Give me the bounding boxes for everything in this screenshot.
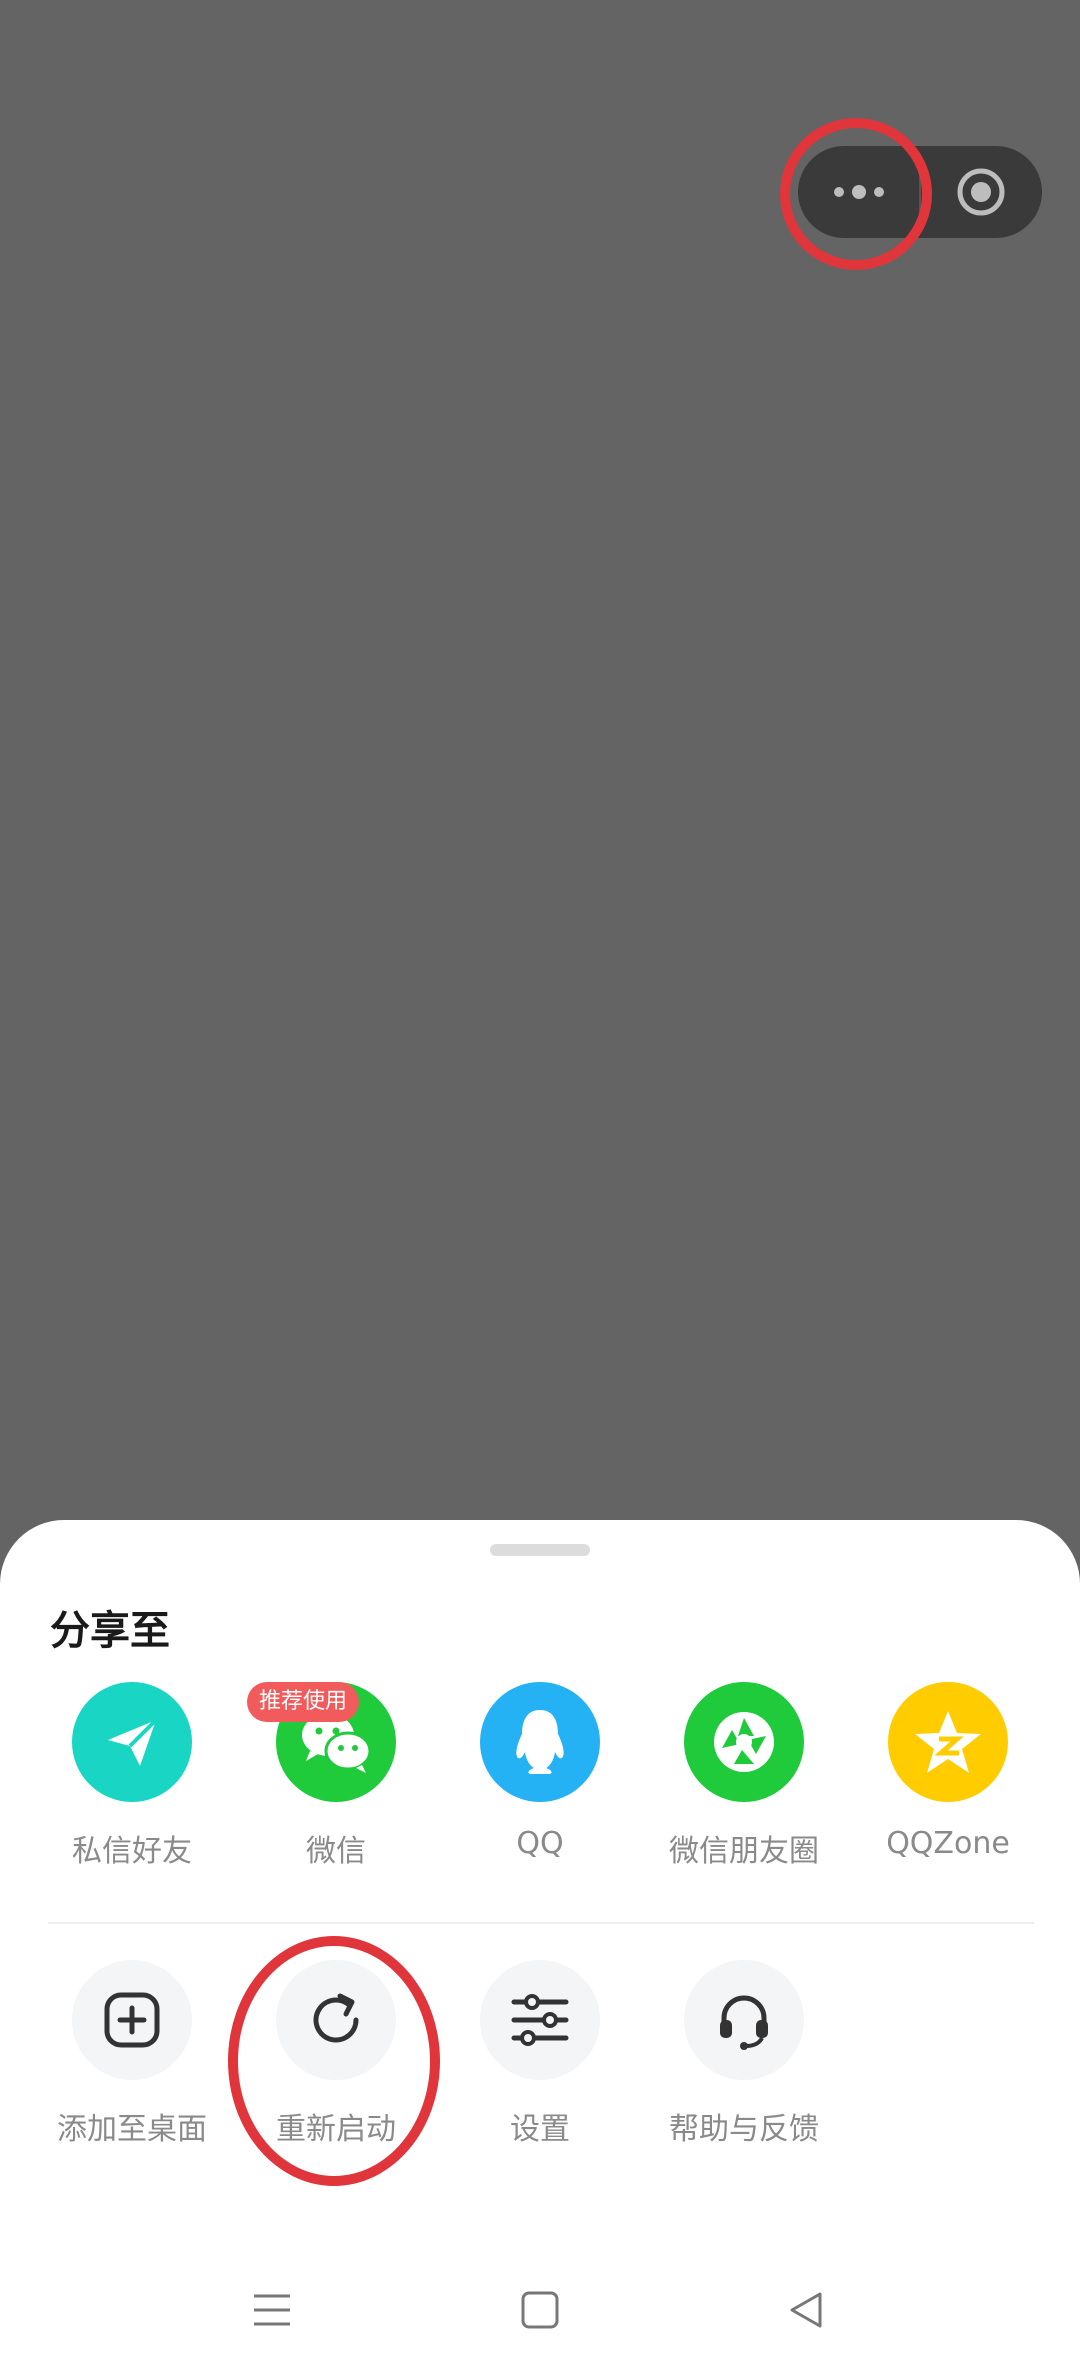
share-item-label: QQ (516, 1826, 564, 1861)
share-item-label: 微信 (306, 1834, 366, 1869)
sliders-icon (480, 1960, 600, 2080)
annotation-circle-restart (228, 1936, 440, 2186)
back-triangle-icon (790, 2292, 822, 2328)
nav-home-button[interactable] (480, 2260, 600, 2360)
share-item-label: 微信朋友圈 (669, 1834, 819, 1869)
share-item-qzone[interactable]: QQZone (846, 1682, 1050, 1902)
share-sheet: 分享至 私信好友 微信 QQ 微信朋友圈 QQZone 推荐使用 添加至桌面 重… (0, 1520, 1080, 2374)
paper-plane-icon (72, 1682, 192, 1802)
home-square-icon (521, 2291, 559, 2329)
action-add-to-desktop[interactable]: 添加至桌面 (30, 1960, 234, 2180)
qq-penguin-icon (480, 1682, 600, 1802)
menu-lines-icon (254, 2294, 290, 2326)
action-label: 帮助与反馈 (669, 2112, 819, 2147)
sheet-title: 分享至 (50, 1608, 170, 1654)
share-item-label: QQZone (886, 1826, 1010, 1861)
action-label: 设置 (510, 2112, 570, 2147)
share-item-label: 私信好友 (72, 1834, 192, 1869)
recommend-badge: 推荐使用 (247, 1682, 360, 1722)
nav-back-button[interactable] (746, 2260, 866, 2360)
share-item-moments[interactable]: 微信朋友圈 (642, 1682, 846, 1902)
record-circle-icon (957, 168, 1005, 216)
share-row: 私信好友 微信 QQ 微信朋友圈 QQZone (30, 1682, 1050, 1869)
headset-icon (684, 1960, 804, 2080)
section-divider (48, 1922, 1034, 1924)
action-help-feedback[interactable]: 帮助与反馈 (642, 1960, 846, 2180)
add-square-icon (72, 1960, 192, 2080)
share-item-private-message[interactable]: 私信好友 (30, 1682, 234, 1902)
sheet-handle[interactable] (490, 1544, 590, 1556)
actions-row: 添加至桌面 重新启动 设置 帮助与反馈 (30, 1960, 1050, 2147)
nav-menu-button[interactable] (212, 2260, 332, 2360)
annotation-circle-more (780, 118, 932, 270)
action-settings[interactable]: 设置 (438, 1960, 642, 2180)
action-label: 添加至桌面 (57, 2112, 207, 2147)
close-mini-program-button[interactable] (920, 146, 1042, 238)
share-item-qq[interactable]: QQ (438, 1682, 642, 1902)
system-nav-bar (0, 2260, 1080, 2360)
qzone-star-icon (888, 1682, 1008, 1802)
moments-aperture-icon (684, 1682, 804, 1802)
